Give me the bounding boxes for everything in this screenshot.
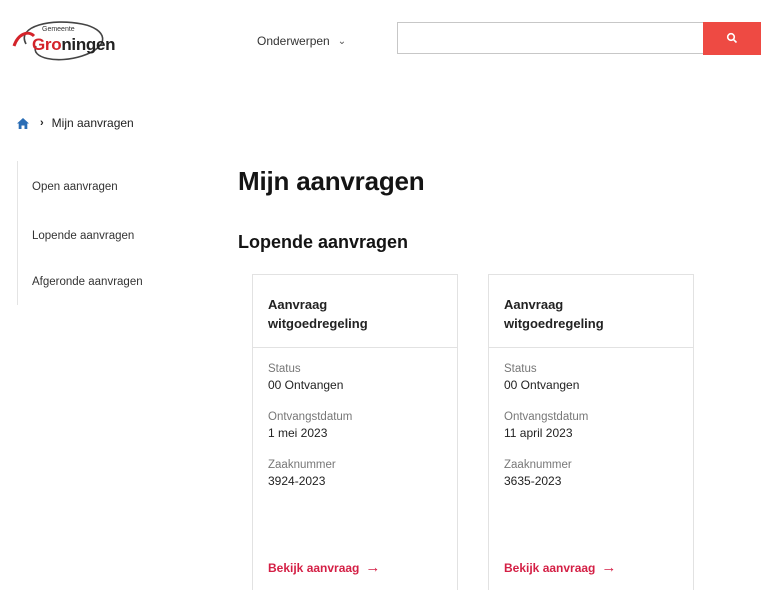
card-header: Aanvraag witgoedregeling bbox=[253, 275, 457, 348]
municipality-logo[interactable]: Gemeente Groningen bbox=[12, 16, 122, 66]
view-request-link[interactable]: Bekijk aanvraag → bbox=[504, 559, 617, 576]
sidebar-item-lopende[interactable]: Lopende aanvragen bbox=[32, 230, 134, 242]
card-title: Aanvraag witgoedregeling bbox=[504, 297, 604, 331]
sidebar: Open aanvragen Lopende aanvragen Afgeron… bbox=[17, 161, 178, 305]
received-date-label: Ontvangstdatum bbox=[504, 411, 589, 423]
arrow-right-icon: → bbox=[365, 559, 381, 576]
case-number-value: 3635-2023 bbox=[504, 474, 562, 488]
sidebar-item-open[interactable]: Open aanvragen bbox=[32, 181, 118, 193]
view-request-label: Bekijk aanvraag bbox=[504, 561, 596, 575]
chevron-down-icon: ⌄ bbox=[337, 35, 347, 47]
breadcrumb-separator-icon: › bbox=[40, 117, 44, 129]
search-button[interactable] bbox=[703, 22, 761, 55]
view-request-link[interactable]: Bekijk aanvraag → bbox=[268, 559, 381, 576]
sidebar-item-afgeronde[interactable]: Afgeronde aanvragen bbox=[32, 276, 143, 288]
status-label: Status bbox=[504, 363, 537, 375]
request-card: Aanvraag witgoedregeling Status 00 Ontva… bbox=[252, 274, 458, 590]
logo-small-text: Gemeente bbox=[42, 26, 75, 33]
home-icon[interactable] bbox=[16, 117, 30, 130]
search-input[interactable] bbox=[397, 22, 703, 54]
status-label: Status bbox=[268, 363, 301, 375]
status-value: 00 Ontvangen bbox=[268, 378, 344, 392]
search-icon bbox=[726, 32, 738, 44]
topics-label: Onderwerpen bbox=[257, 34, 330, 48]
section-title: Lopende aanvragen bbox=[238, 232, 409, 252]
breadcrumb: › Mijn aanvragen bbox=[16, 116, 134, 130]
card-title: Aanvraag witgoedregeling bbox=[268, 297, 368, 331]
breadcrumb-current: Mijn aanvragen bbox=[51, 116, 134, 130]
card-header: Aanvraag witgoedregeling bbox=[489, 275, 693, 348]
received-date-value: 11 april 2023 bbox=[504, 426, 573, 440]
logo-wordmark: Groningen bbox=[32, 35, 116, 54]
arrow-right-icon: → bbox=[601, 559, 617, 576]
case-number-label: Zaaknummer bbox=[268, 459, 336, 471]
view-request-label: Bekijk aanvraag bbox=[268, 561, 360, 575]
card-body: Status 00 Ontvangen Ontvangstdatum 11 ap… bbox=[489, 348, 693, 490]
received-date-value: 1 mei 2023 bbox=[268, 426, 328, 440]
status-value: 00 Ontvangen bbox=[504, 378, 580, 392]
received-date-label: Ontvangstdatum bbox=[268, 411, 353, 423]
case-number-label: Zaaknummer bbox=[504, 459, 572, 471]
request-card: Aanvraag witgoedregeling Status 00 Ontva… bbox=[488, 274, 694, 590]
page-title: Mijn aanvragen bbox=[238, 166, 425, 196]
case-number-value: 3924-2023 bbox=[268, 474, 326, 488]
card-body: Status 00 Ontvangen Ontvangstdatum 1 mei… bbox=[253, 348, 457, 490]
topics-dropdown[interactable]: Onderwerpen ⌄ bbox=[257, 34, 346, 48]
